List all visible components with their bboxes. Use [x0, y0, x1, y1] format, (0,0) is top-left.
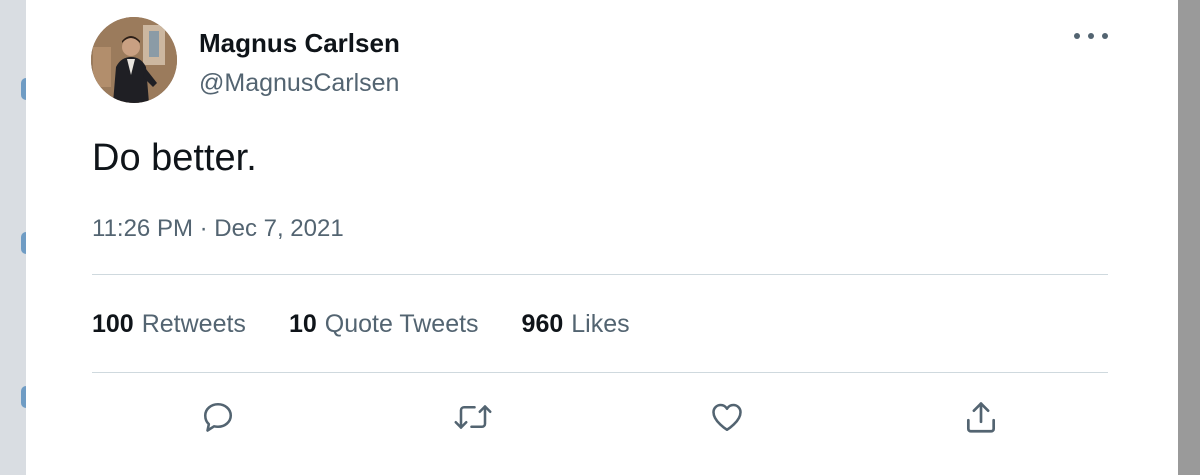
background-timeline-strip	[0, 0, 31, 475]
dot	[1102, 33, 1108, 39]
quote-tweets-count: 10	[288, 310, 317, 338]
likes-label: Likes	[571, 310, 630, 338]
divider	[92, 372, 1108, 373]
engagement-stats: 100 Retweets 10 Quote Tweets 960 Likes	[92, 310, 673, 339]
likes-stat[interactable]: 960 Likes	[522, 310, 630, 339]
dot	[1088, 33, 1094, 39]
heart-icon	[712, 403, 742, 432]
quote-tweets-stat[interactable]: 10 Quote Tweets	[289, 310, 479, 339]
dot	[1074, 33, 1080, 39]
reply-button[interactable]	[198, 397, 238, 437]
tweet-timestamp[interactable]: 11:26 PM · Dec 7, 2021	[92, 215, 344, 243]
avatar-photo	[91, 17, 177, 103]
tweet-card: Magnus Carlsen @MagnusCarlsen Do better.…	[26, 0, 1178, 475]
reply-icon	[203, 402, 233, 432]
background-right-strip	[1178, 0, 1200, 475]
more-options-icon[interactable]	[1074, 26, 1108, 46]
share-button[interactable]	[961, 397, 1001, 437]
avatar[interactable]	[91, 17, 177, 103]
retweets-label: Retweets	[141, 310, 246, 338]
retweet-icon	[454, 405, 492, 429]
tweet-text: Do better.	[92, 137, 257, 179]
likes-count: 960	[521, 310, 564, 338]
author-handle[interactable]: @MagnusCarlsen	[199, 69, 399, 98]
quote-tweets-label: Quote Tweets	[324, 310, 479, 338]
like-button[interactable]	[707, 397, 747, 437]
divider	[92, 274, 1108, 275]
retweet-button[interactable]	[453, 397, 493, 437]
retweets-count: 100	[92, 310, 134, 338]
retweets-stat[interactable]: 100 Retweets	[92, 310, 246, 339]
share-icon	[966, 402, 996, 433]
author-name[interactable]: Magnus Carlsen	[199, 28, 400, 59]
